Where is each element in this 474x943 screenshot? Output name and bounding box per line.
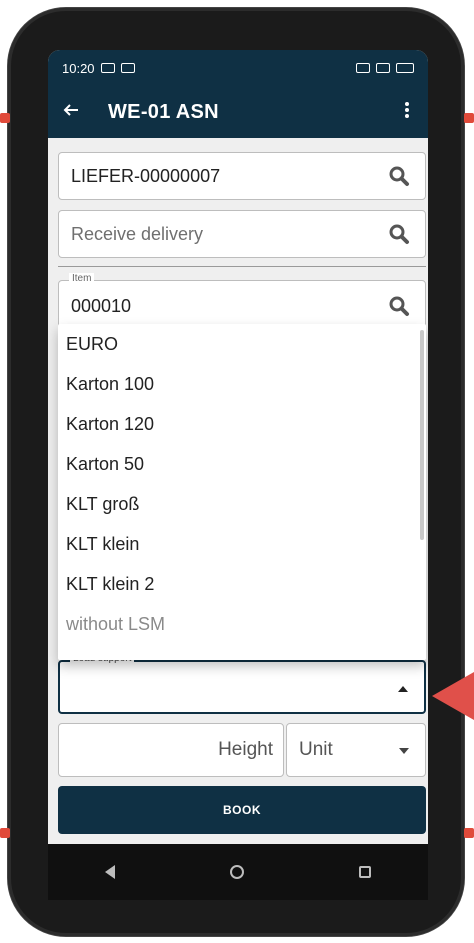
bezel-accent [464, 113, 474, 123]
unit-select[interactable]: Unit [286, 723, 426, 777]
search-icon [389, 224, 409, 244]
battery-icon [396, 63, 414, 73]
dropdown-option[interactable]: Karton 120 [58, 404, 426, 444]
more-options-button[interactable] [400, 99, 414, 125]
height-placeholder: Height [218, 739, 273, 760]
nfc-icon [356, 63, 370, 73]
search-icon [389, 166, 409, 186]
wifi-icon [376, 63, 390, 73]
status-time: 10:20 [62, 60, 95, 76]
media-icon [120, 63, 135, 73]
receive-delivery-placeholder: Receive delivery [71, 223, 204, 244]
dropdown-option[interactable]: KLT klein [58, 524, 426, 564]
dropdown-option[interactable]: KLT groß [58, 484, 426, 524]
nav-home-icon[interactable] [229, 865, 244, 879]
nav-recents-icon[interactable] [358, 866, 371, 878]
page-title: WE-01 ASN [108, 100, 219, 123]
book-button[interactable]: BOOK [58, 786, 426, 834]
search-icon [389, 296, 409, 316]
notification-icon [100, 63, 115, 73]
pointer-arrow-icon [432, 672, 474, 720]
bezel-accent [0, 828, 10, 838]
unit-value: Unit [299, 739, 333, 760]
divider [58, 266, 426, 267]
dropdown-option[interactable]: KLT klein 2 [58, 564, 426, 604]
dropdown-scrollbar[interactable] [420, 330, 424, 540]
receive-delivery-field[interactable]: Receive delivery [58, 210, 426, 258]
more-vert-icon [405, 102, 409, 118]
item-value: 000010 [71, 295, 132, 316]
nav-back-icon[interactable] [105, 865, 116, 879]
arrow-left-icon [63, 104, 78, 116]
system-nav-bar [48, 844, 428, 900]
load-support-dropdown: EURO Karton 100 Karton 120 Karton 50 KLT… [58, 324, 426, 660]
supplier-search-button[interactable] [385, 162, 413, 190]
supplier-value: LIEFER-00000007 [71, 165, 221, 186]
app-toolbar: WE-01 ASN [48, 86, 428, 138]
screen: 10:20 WE-01 ASN LIEFER-00000007 Receive … [48, 50, 428, 900]
dropdown-option[interactable]: Karton 100 [58, 364, 426, 404]
content-area: LIEFER-00000007 Receive delivery Item 00… [48, 138, 428, 898]
load-support-select[interactable]: Load support [58, 653, 426, 714]
dropdown-option[interactable]: without LSM [58, 604, 426, 644]
item-label: Item [69, 273, 95, 284]
receive-search-button[interactable] [385, 220, 413, 248]
caret-up-icon [398, 686, 408, 692]
dropdown-option[interactable]: Karton 50 [58, 444, 426, 484]
height-input[interactable]: Height [58, 723, 284, 777]
bezel-accent [0, 113, 10, 123]
dropdown-option[interactable]: EURO [58, 324, 426, 364]
back-button[interactable] [62, 99, 94, 125]
caret-down-icon [399, 748, 409, 754]
bezel-accent [464, 828, 474, 838]
supplier-field[interactable]: LIEFER-00000007 [58, 152, 426, 200]
status-bar: 10:20 [48, 50, 428, 86]
item-search-button[interactable] [385, 292, 413, 320]
